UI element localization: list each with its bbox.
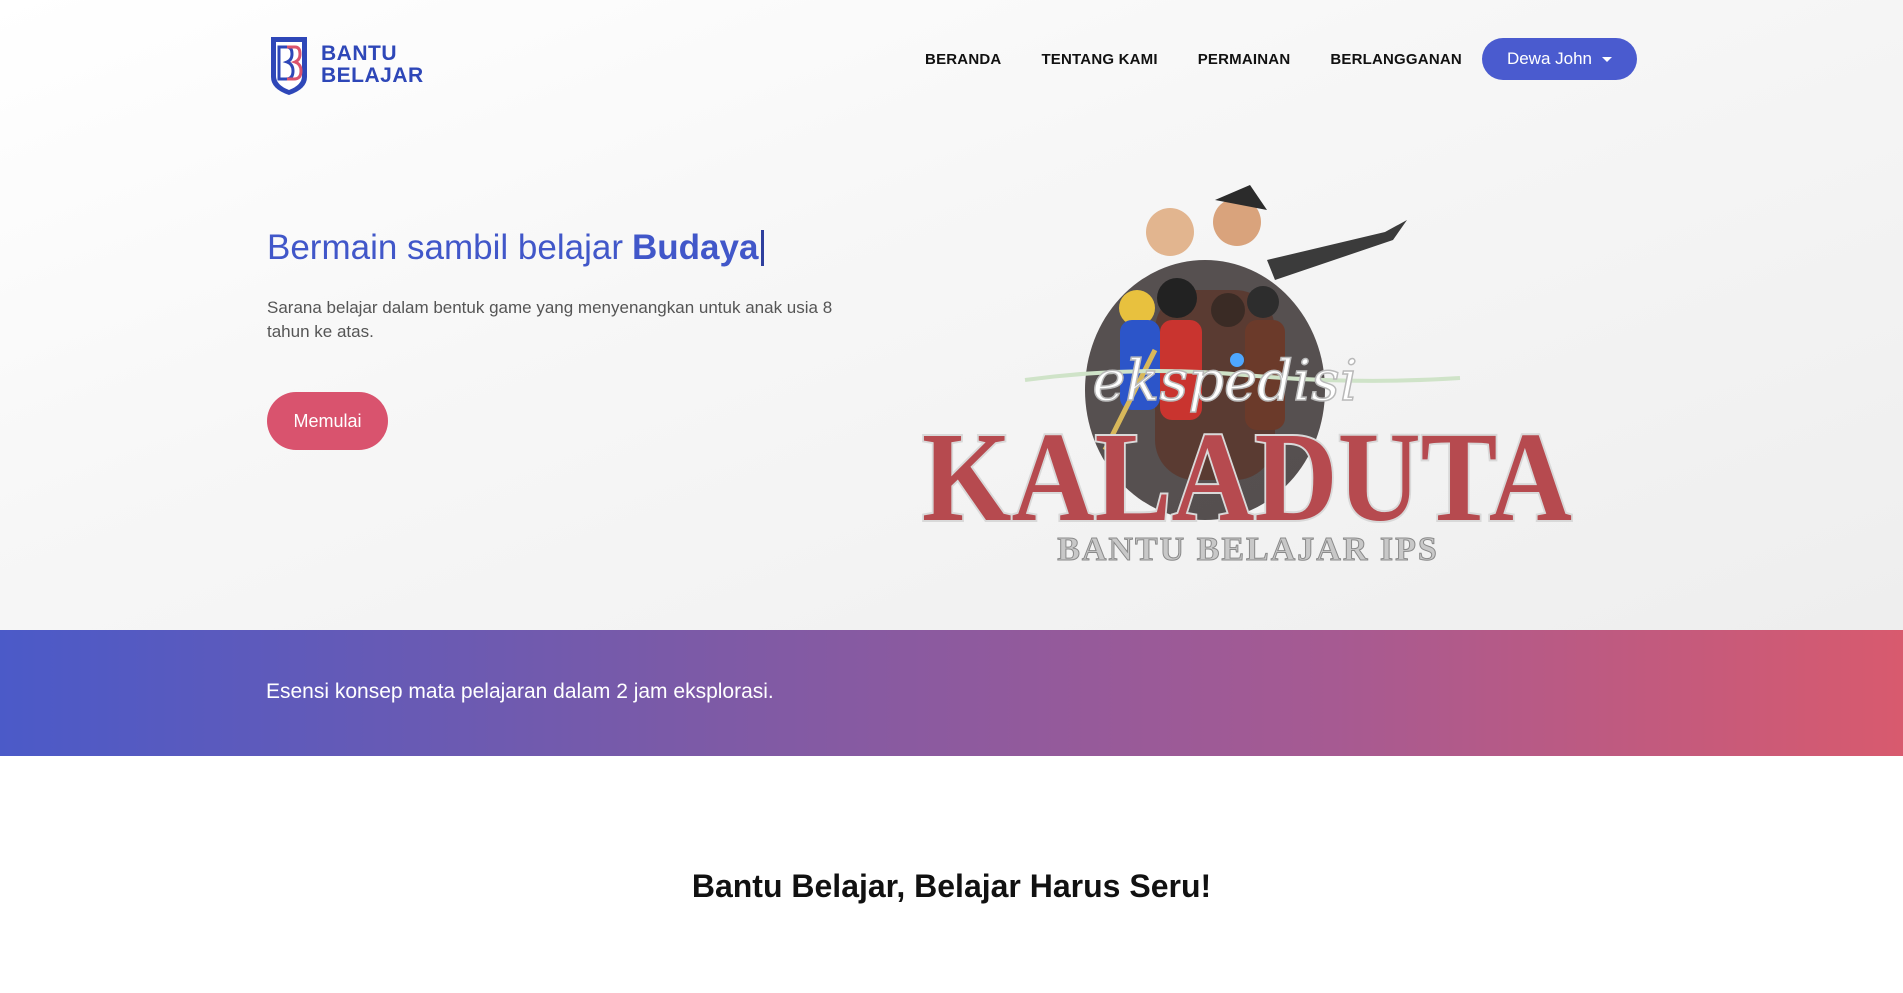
nav-link-beranda[interactable]: BERANDA (925, 51, 1001, 68)
hero-subtext: Sarana belajar dalam bentuk game yang me… (267, 298, 833, 341)
user-menu-button[interactable]: Dewa John (1481, 38, 1637, 80)
hero-section: BANTU BELAJAR BERANDA TENTANG KAMI PERMA… (0, 0, 1903, 630)
game-script-title: ekspedisi (1092, 349, 1357, 414)
game-title: KALADUTA (922, 406, 1572, 548)
main-nav: BERANDA TENTANG KAMI PERMAINAN BERLANGGA… (925, 38, 1637, 80)
info-band-text: Esensi konsep mata pelajaran dalam 2 jam… (266, 680, 774, 703)
brand-line-2: BELAJAR (321, 64, 424, 87)
nav-link-berlangganan[interactable]: BERLANGGANAN (1330, 51, 1462, 68)
nav-link-tentang-kami[interactable]: TENTANG KAMI (1041, 51, 1157, 68)
nav-link-permainan[interactable]: PERMAINAN (1198, 51, 1291, 68)
headline-highlight: Budaya (631, 228, 759, 267)
typing-cursor-icon (761, 230, 765, 266)
start-button[interactable]: Memulai (267, 392, 388, 450)
game-subtitle: BANTU BELAJAR IPS (1057, 531, 1439, 565)
hero-headline: Bermain sambil belajar Budaya (267, 228, 765, 268)
logo-shield-icon (271, 37, 307, 95)
info-band: Esensi konsep mata pelajaran dalam 2 jam… (0, 630, 1903, 756)
game-key-art: ekspedisi KALADUTA BANTU BELAJAR IPS (920, 185, 1574, 565)
section-title: Bantu Belajar, Belajar Harus Seru! (691, 868, 1212, 904)
brand-wordmark: BANTU BELAJAR (321, 43, 424, 87)
user-name: Dewa John (1506, 49, 1592, 68)
brand-line-1: BANTU (321, 42, 397, 65)
headline-prefix: Bermain sambil belajar (267, 228, 623, 267)
caret-down-icon (1602, 56, 1612, 62)
brand-logo[interactable]: BANTU BELAJAR (267, 33, 424, 97)
